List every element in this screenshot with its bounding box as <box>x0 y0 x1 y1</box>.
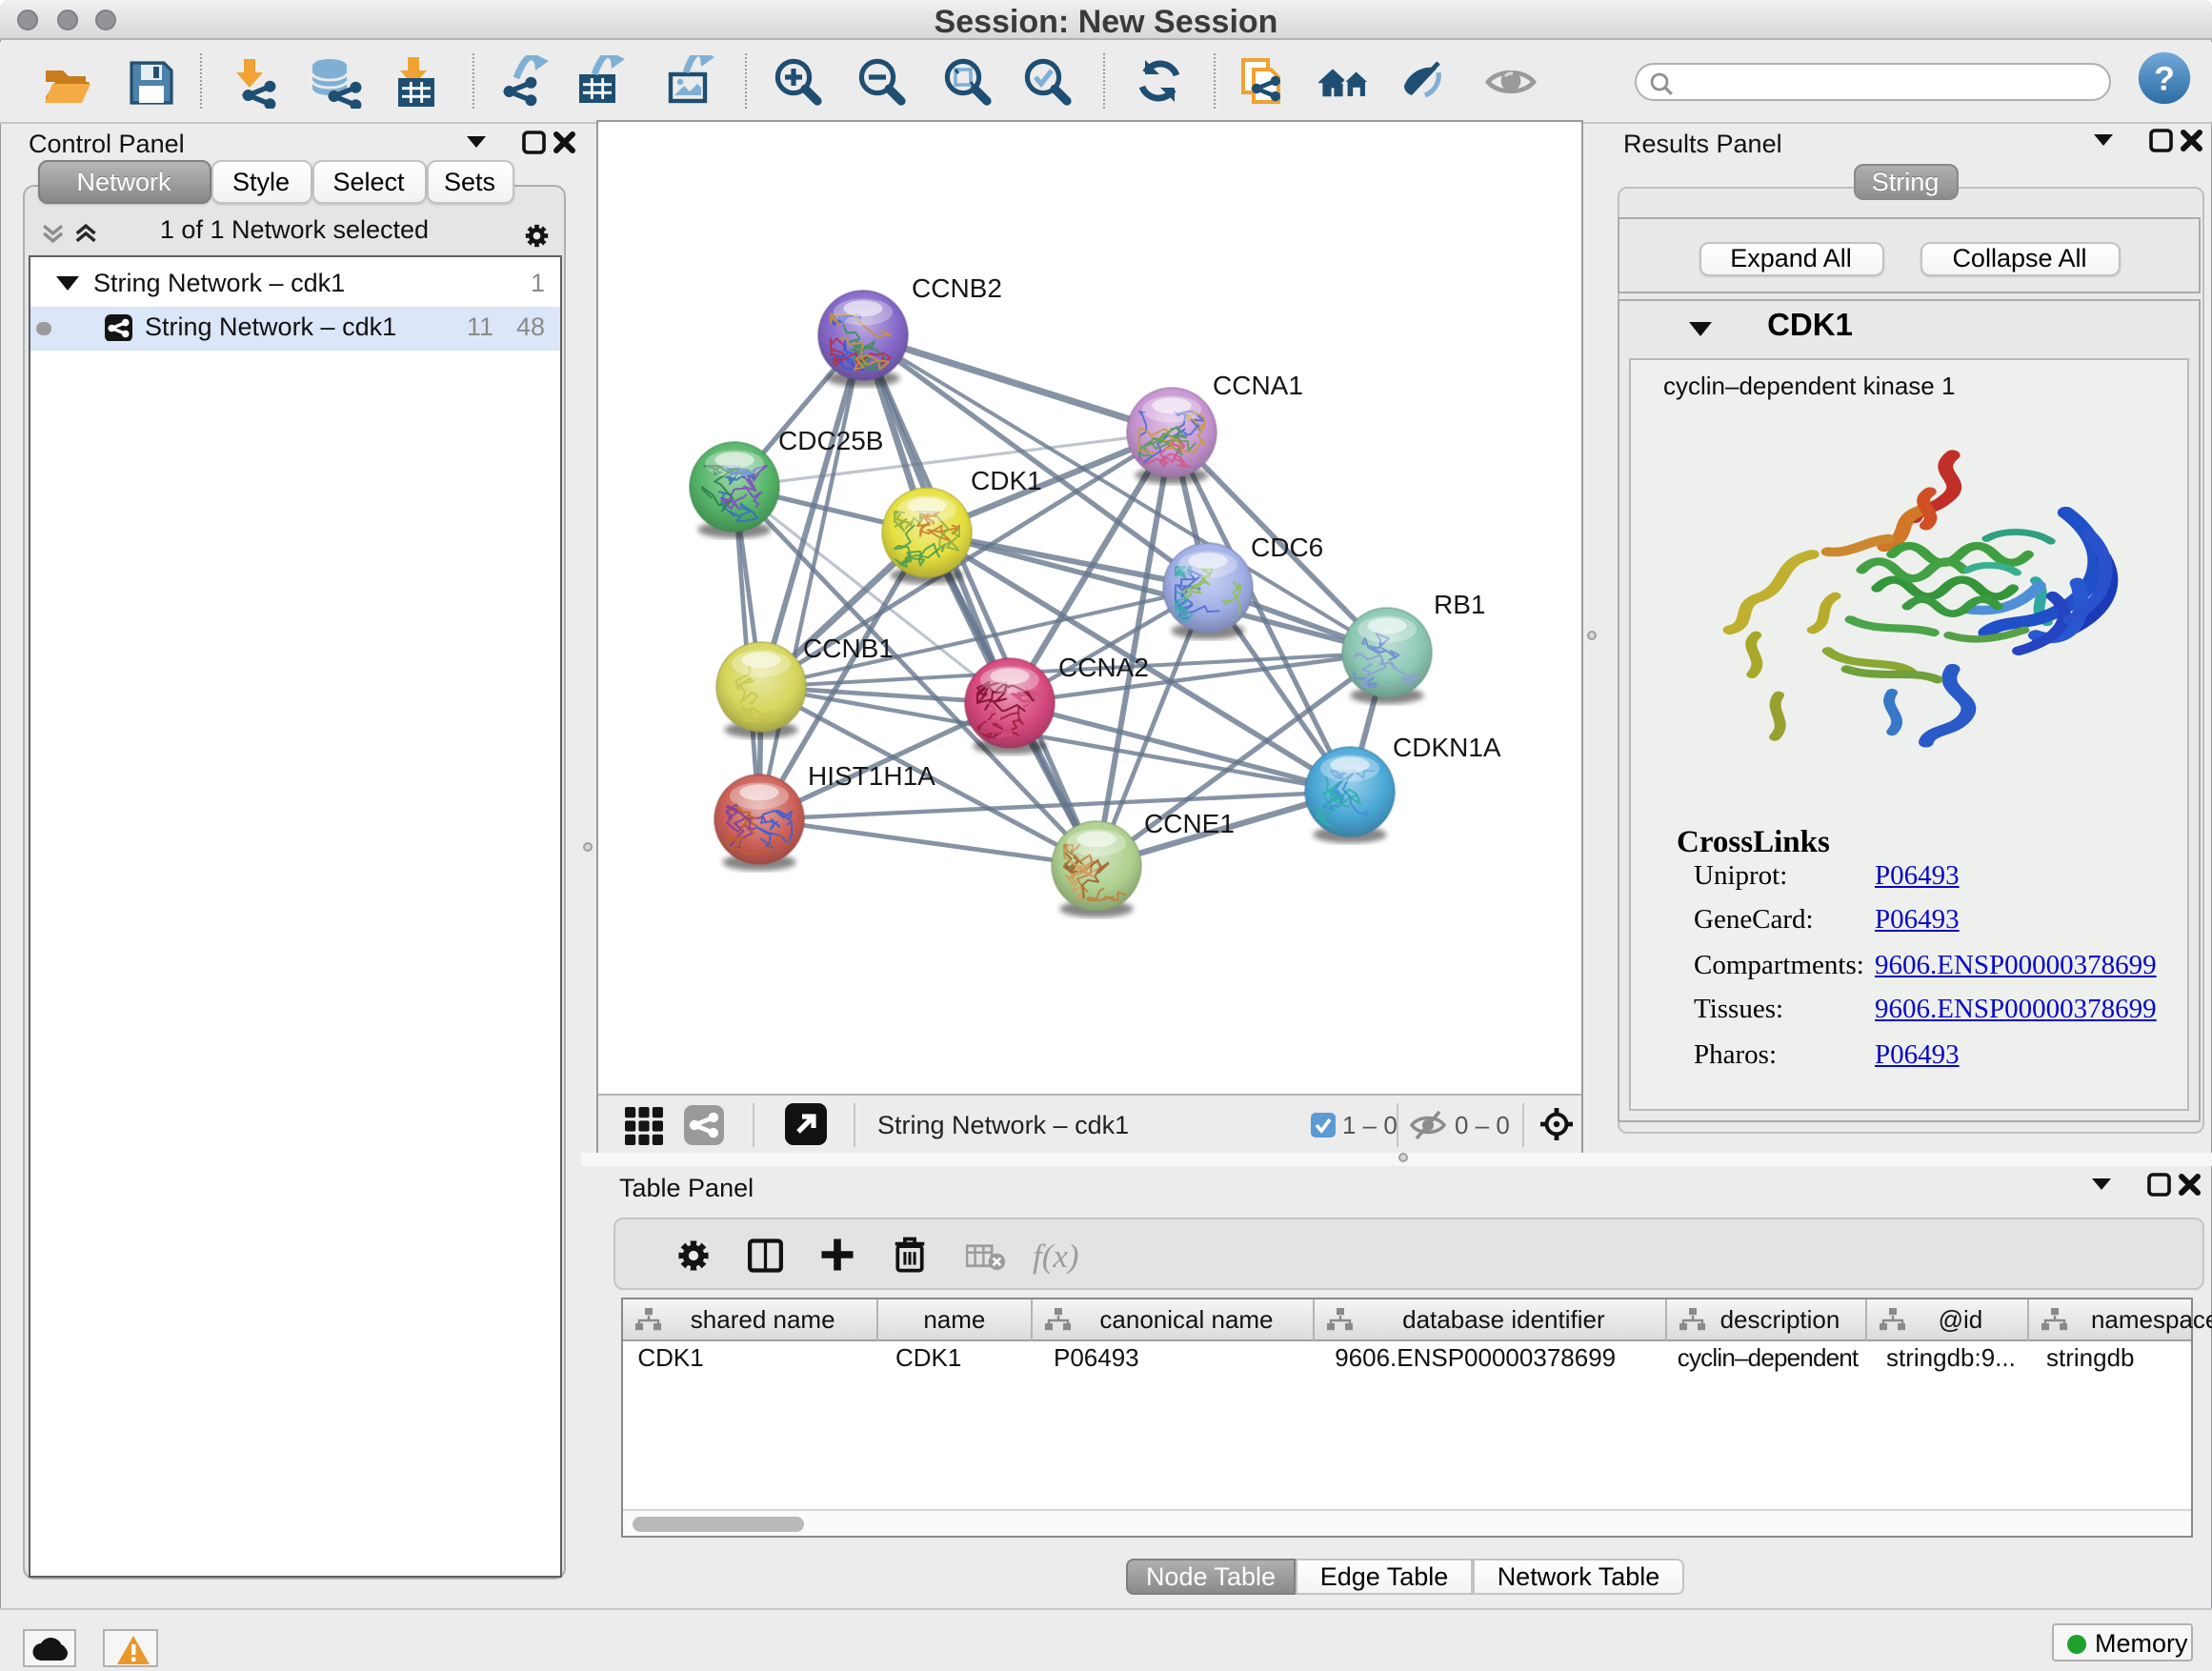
svg-text:CCNA2: CCNA2 <box>1057 652 1148 681</box>
svg-text:CCNE1: CCNE1 <box>1143 808 1234 837</box>
svg-text:CDK1: CDK1 <box>970 465 1041 494</box>
svg-text:CCNB2: CCNB2 <box>911 272 1001 302</box>
svg-text:CCNB1: CCNB1 <box>802 633 893 662</box>
svg-text:CCNA1: CCNA1 <box>1212 370 1302 399</box>
svg-text:?: ? <box>2154 60 2175 98</box>
svg-text:HIST1H1A: HIST1H1A <box>807 760 935 790</box>
svg-text:CDC25B: CDC25B <box>777 425 882 454</box>
svg-text:RB1: RB1 <box>1433 589 1484 618</box>
svg-text:CDC6: CDC6 <box>1250 532 1322 561</box>
svg-text:CDKN1A: CDKN1A <box>1392 732 1500 761</box>
